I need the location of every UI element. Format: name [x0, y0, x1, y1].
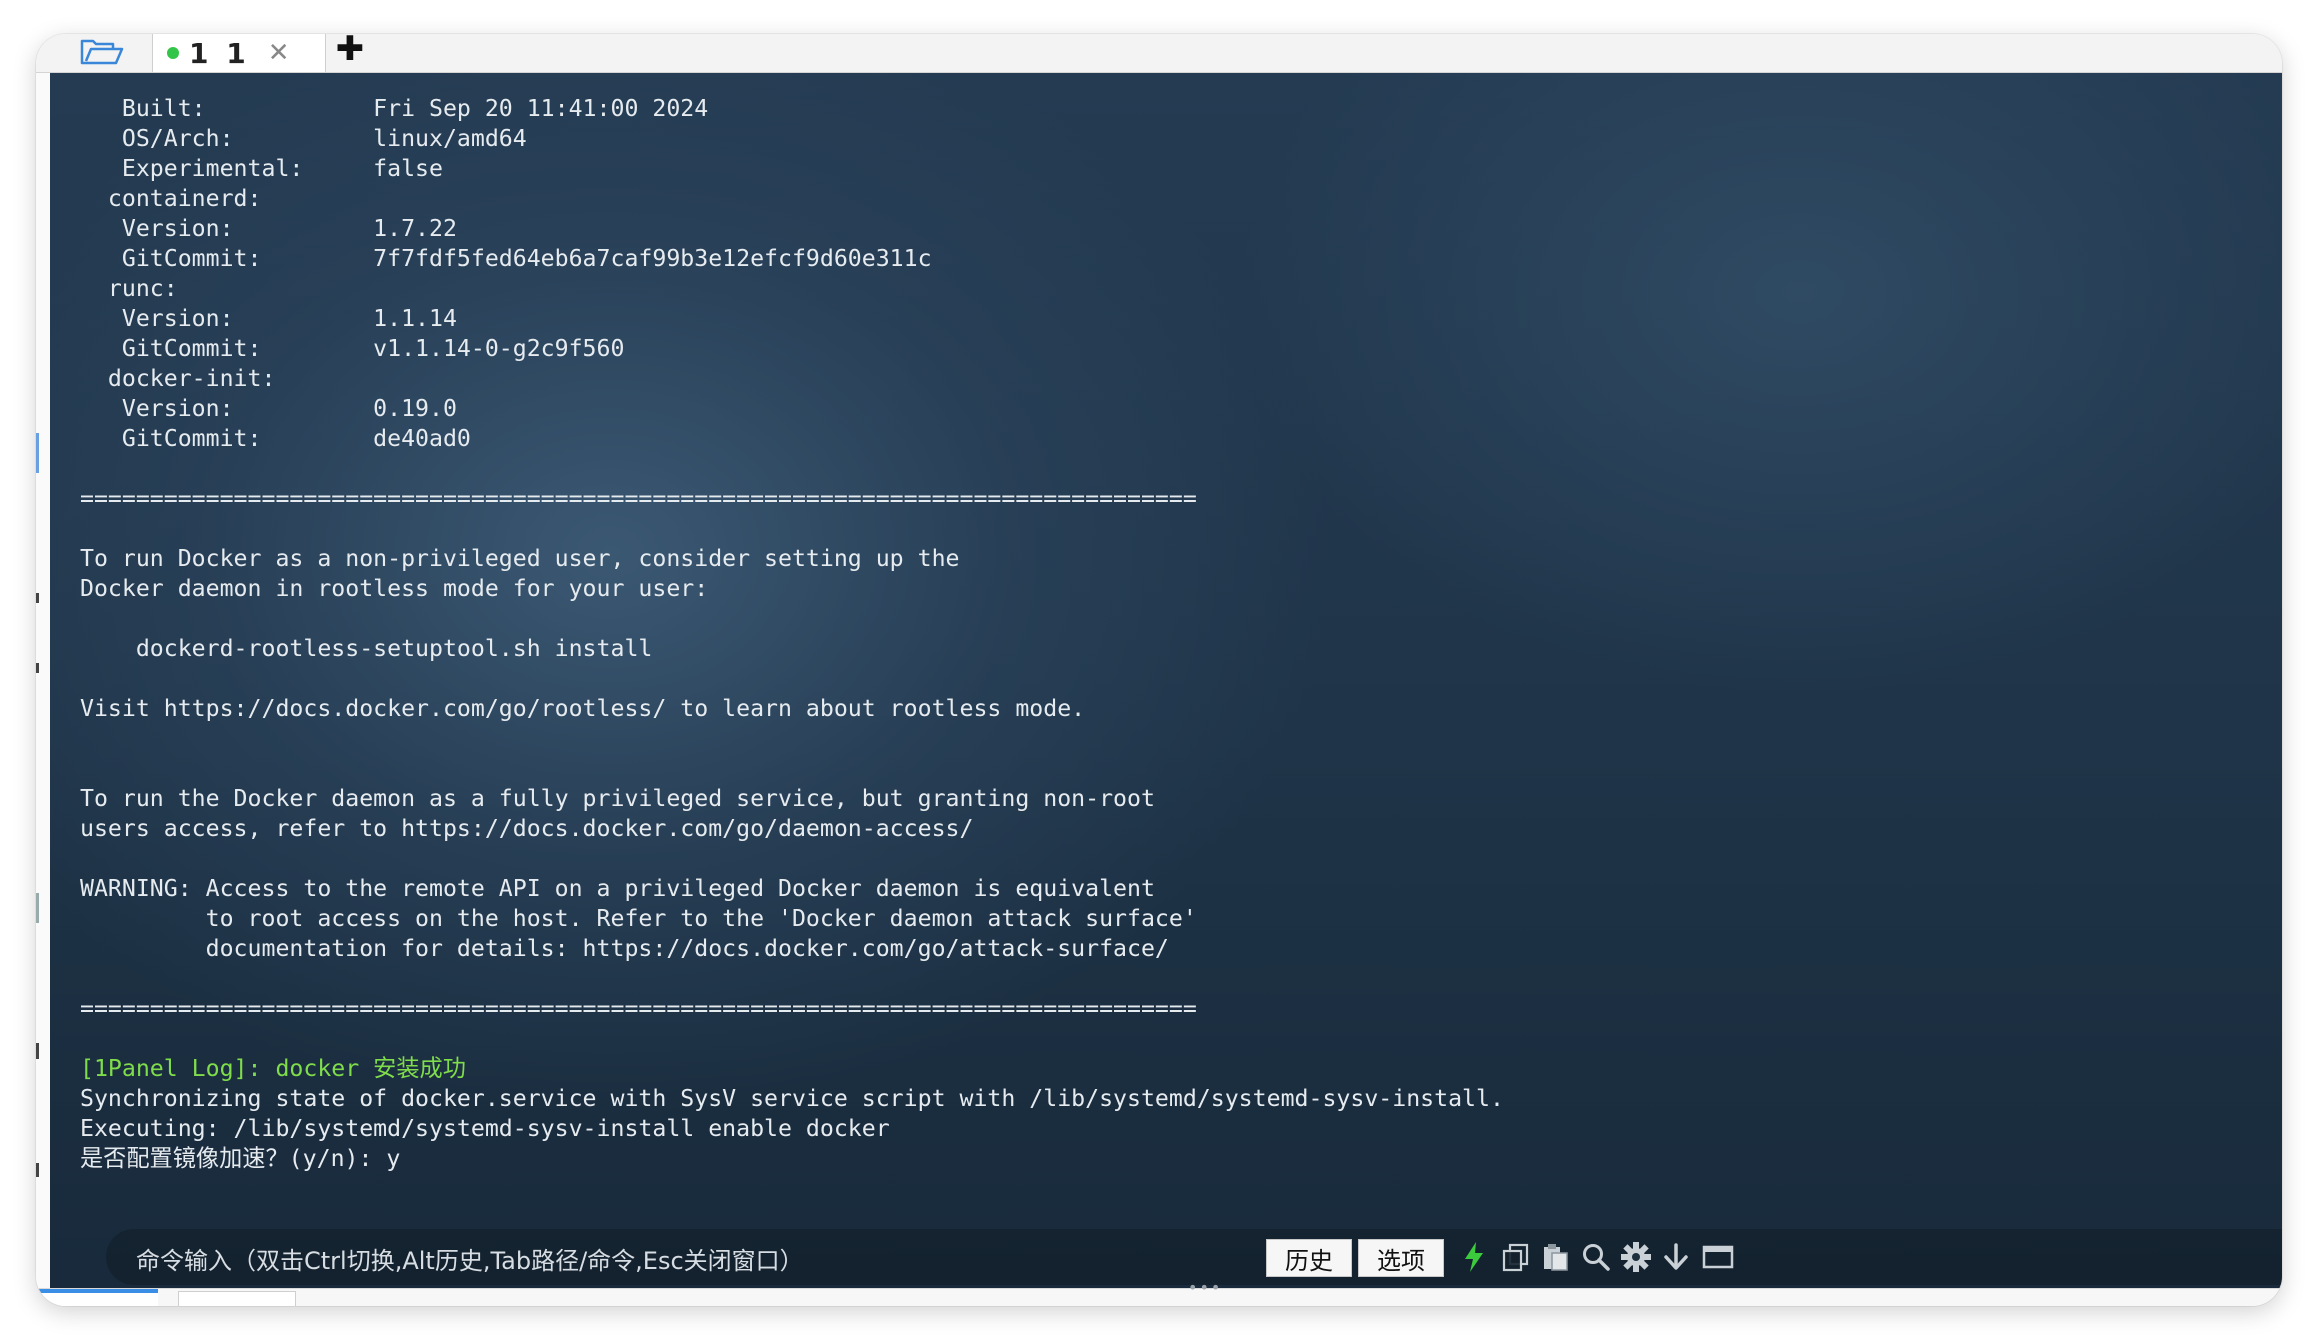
terminal-line: ========================================…: [80, 485, 1197, 512]
gutter-marker: [36, 663, 39, 673]
copy-icon[interactable]: [1498, 1239, 1534, 1275]
terminal-line: docker-init:: [80, 365, 276, 392]
history-button[interactable]: 历史: [1266, 1239, 1352, 1277]
bottom-panel-tabs: [36, 1288, 2282, 1306]
gutter-marker: [36, 1043, 39, 1059]
window-icon[interactable]: [1700, 1239, 1736, 1275]
gutter-marker: [36, 1163, 39, 1177]
terminal-line: To run the Docker daemon as a fully priv…: [80, 785, 1155, 812]
bottom-tab-active[interactable]: [38, 1289, 158, 1306]
command-input-placeholder: 命令输入（双击Ctrl切换,Alt历史,Tab路径/命令,Esc关闭窗口）: [136, 1247, 804, 1275]
terminal-line: to root access on the host. Refer to the…: [80, 905, 1197, 932]
terminal-line: Executing: /lib/systemd/systemd-sysv-ins…: [80, 1115, 890, 1142]
gutter-marker: [36, 893, 39, 923]
terminal-line: Version: 0.19.0: [80, 395, 457, 422]
options-button[interactable]: 选项: [1358, 1239, 1444, 1277]
bottom-tab[interactable]: [178, 1291, 296, 1306]
terminal-line: containerd:: [80, 185, 262, 212]
terminal-line: documentation for details: https://docs.…: [80, 935, 1169, 962]
add-tab-icon[interactable]: ✚: [332, 34, 368, 70]
terminal-line: WARNING: Access to the remote API on a p…: [80, 875, 1155, 902]
terminal-line: users access, refer to https://docs.dock…: [80, 815, 974, 842]
terminal-line: Synchronizing state of docker.service wi…: [80, 1085, 1504, 1112]
left-gutter: [36, 73, 50, 1306]
close-icon[interactable]: ✕: [268, 40, 290, 66]
terminal-line: ========================================…: [80, 995, 1197, 1022]
lightning-icon[interactable]: [1456, 1239, 1492, 1275]
terminal-line: [1Panel Log]: docker 安装成功: [80, 1055, 466, 1082]
folder-open-icon[interactable]: [70, 34, 134, 70]
terminal-app-window: 1 1 ✕ ✚ Built: Fri Sep 20 11:41:00 2024 …: [36, 34, 2282, 1306]
terminal-line: 是否配置镜像加速？(y/n): y: [80, 1145, 401, 1172]
terminal-line: GitCommit: 7f7fdf5fed64eb6a7caf99b3e12ef…: [80, 245, 932, 272]
tab-label: 1 1: [189, 36, 250, 70]
terminal-line: Experimental: false: [80, 155, 443, 182]
terminal-line: Docker daemon in rootless mode for your …: [80, 575, 709, 602]
paste-icon[interactable]: [1538, 1239, 1574, 1275]
tab-session[interactable]: 1 1 ✕: [152, 34, 326, 72]
command-input-bar[interactable]: 命令输入（双击Ctrl切换,Alt历史,Tab路径/命令,Esc关闭窗口） 历史…: [106, 1229, 2282, 1285]
terminal-line: runc:: [80, 275, 178, 302]
terminal-output[interactable]: Built: Fri Sep 20 11:41:00 2024 OS/Arch:…: [50, 73, 2282, 1288]
gutter-marker: [36, 433, 39, 473]
terminal-line: Visit https://docs.docker.com/go/rootles…: [80, 695, 1086, 722]
terminal-line: To run Docker as a non-privileged user, …: [80, 545, 960, 572]
terminal-text: Built: Fri Sep 20 11:41:00 2024 OS/Arch:…: [80, 94, 1504, 1174]
search-icon[interactable]: [1578, 1239, 1614, 1275]
resize-grip-icon[interactable]: •••: [1188, 1278, 1222, 1297]
terminal-line: Version: 1.1.14: [80, 305, 457, 332]
gear-icon[interactable]: [1618, 1239, 1654, 1275]
arrow-down-icon[interactable]: [1658, 1239, 1694, 1275]
terminal-line: GitCommit: de40ad0: [80, 425, 471, 452]
terminal-line: dockerd-rootless-setuptool.sh install: [80, 635, 653, 662]
terminal-line: Built: Fri Sep 20 11:41:00 2024: [80, 95, 709, 122]
tab-bar: 1 1 ✕ ✚: [36, 34, 2282, 73]
terminal-line: OS/Arch: linux/amd64: [80, 125, 527, 152]
terminal-line: Version: 1.7.22: [80, 215, 457, 242]
gutter-marker: [36, 593, 39, 603]
terminal-line: GitCommit: v1.1.14-0-g2c9f560: [80, 335, 625, 362]
connection-status-dot: [167, 47, 179, 59]
